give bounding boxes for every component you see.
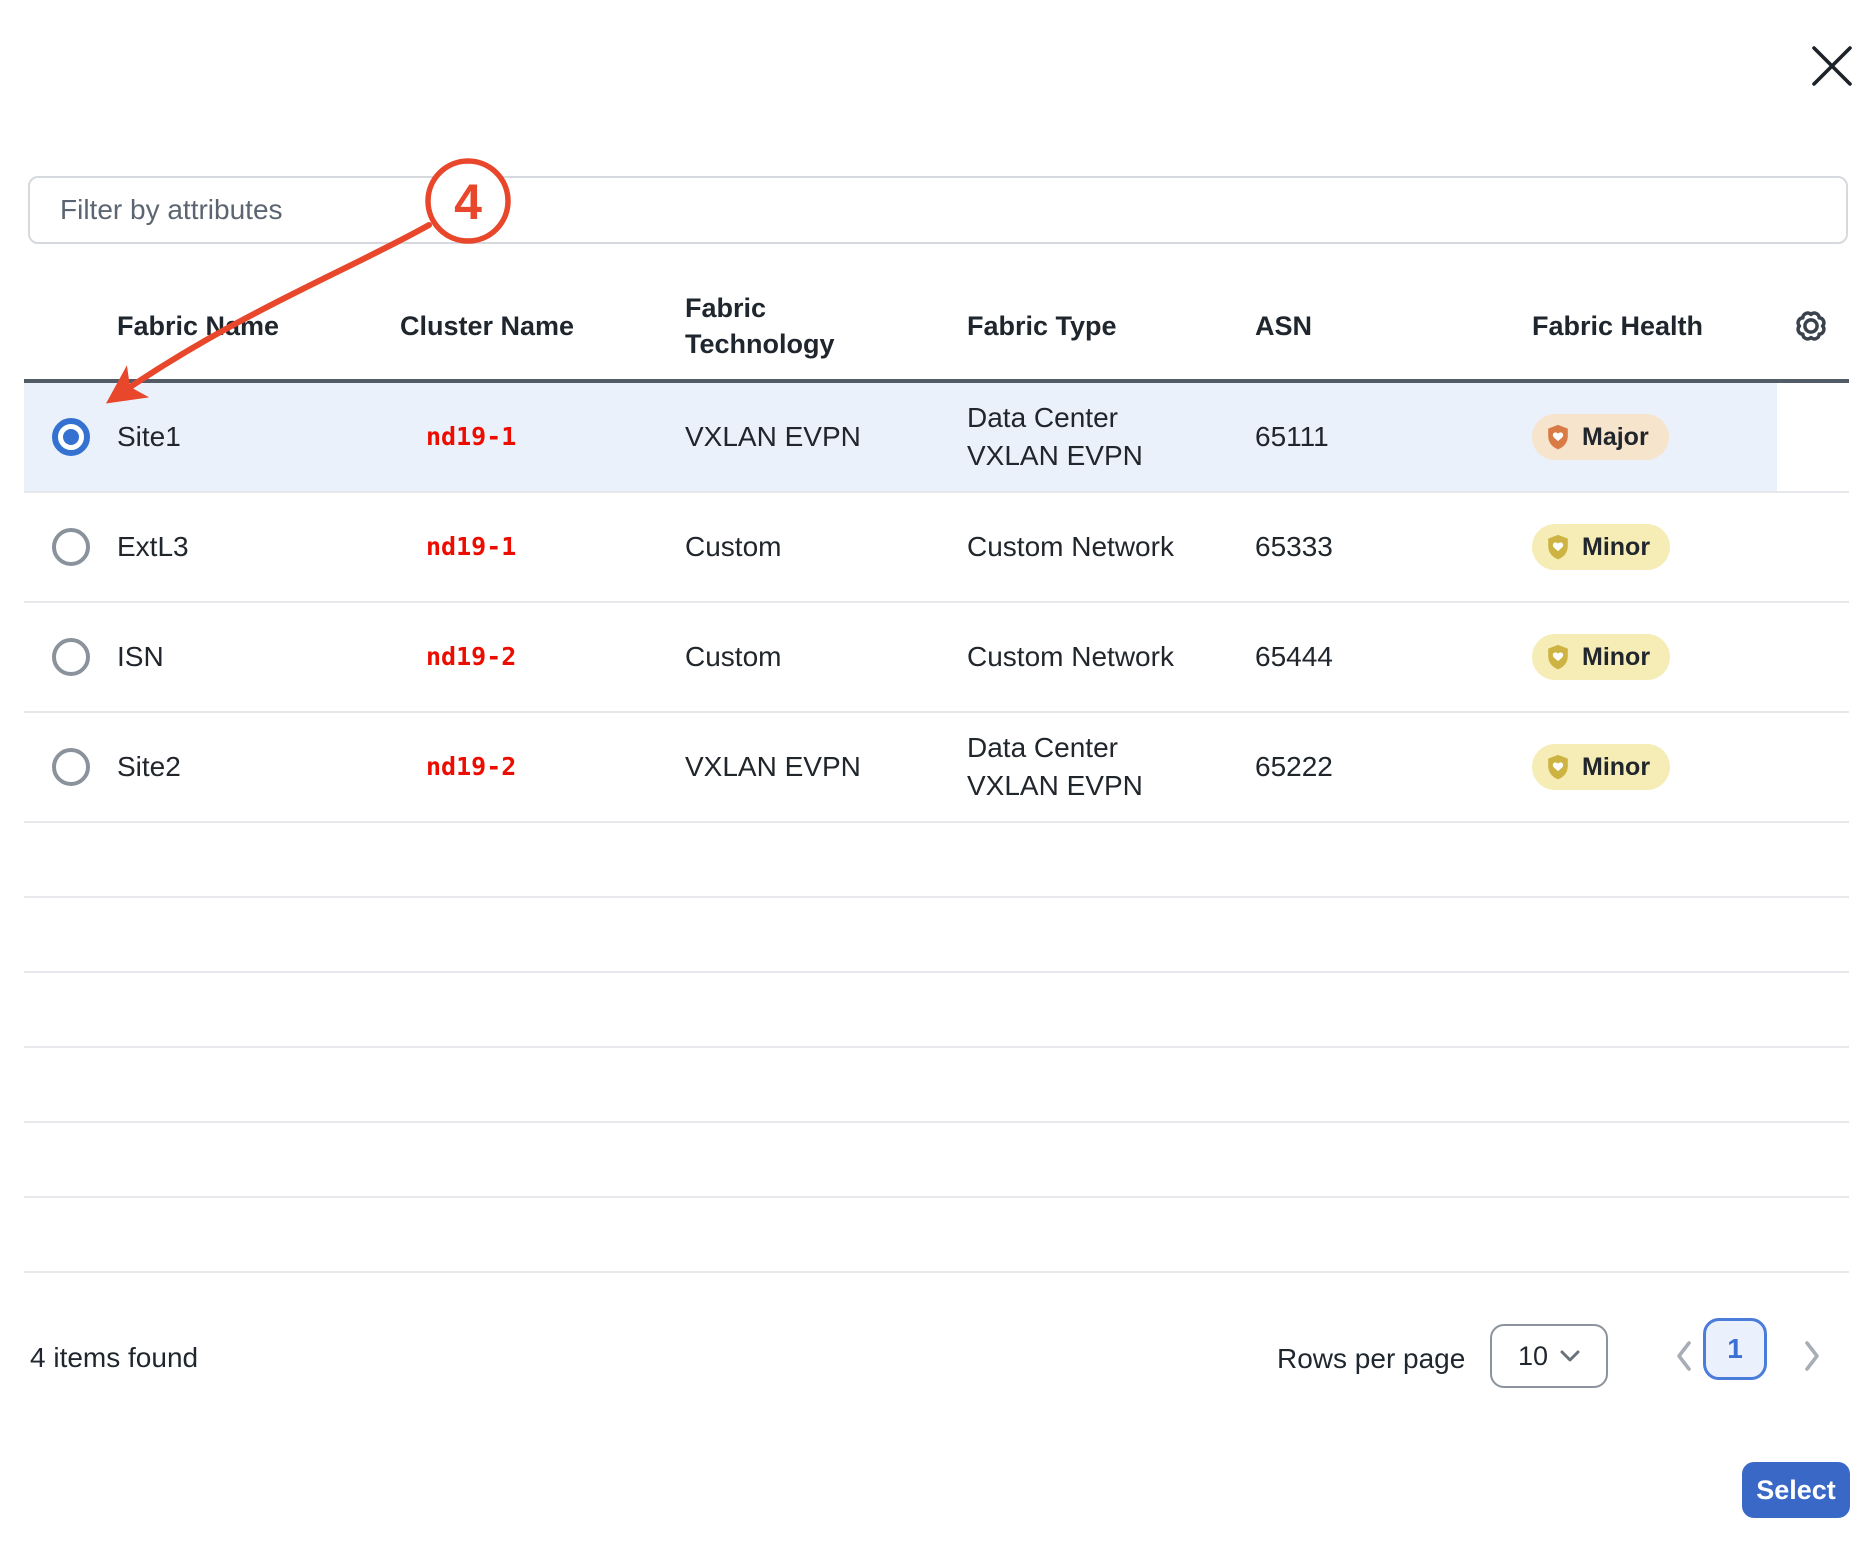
cell-fabric-name: Site2	[117, 751, 181, 782]
close-button[interactable]	[1804, 38, 1860, 94]
empty-rows	[24, 823, 1849, 1273]
empty-table-row	[24, 898, 1849, 973]
header-fabric-health: Fabric Health	[1532, 310, 1704, 341]
cell-fabric-name: ISN	[117, 641, 164, 672]
cell-fabric-type: Data Center VXLAN EVPN	[967, 402, 1143, 471]
cell-fabric-technology: Custom	[685, 531, 782, 562]
row-radio[interactable]	[51, 748, 90, 786]
shield-icon	[1544, 423, 1572, 451]
row-radio[interactable]	[51, 638, 90, 676]
select-button[interactable]: Select	[1742, 1462, 1850, 1518]
header-fabric-name: Fabric Name	[117, 310, 280, 341]
cell-fabric-type: Custom Network	[967, 641, 1174, 672]
cell-cluster-name[interactable]: nd19-2	[400, 638, 615, 676]
rows-per-page-value: 10	[1517, 1340, 1549, 1371]
health-badge-label: Minor	[1582, 642, 1651, 671]
cell-asn: 65111	[1255, 421, 1329, 452]
header-fabric-type: Fabric Type	[967, 310, 1117, 341]
column-settings-button[interactable]	[1790, 305, 1849, 347]
empty-table-row	[24, 1198, 1849, 1273]
cell-fabric-type: Custom Network	[967, 531, 1174, 562]
cell-fabric-name: ExtL3	[117, 531, 189, 562]
gear-icon	[1790, 305, 1832, 347]
cell-asn: 65333	[1255, 531, 1333, 562]
row-radio[interactable]	[51, 528, 90, 566]
chevron-left-icon	[1671, 1338, 1697, 1374]
table-header-row: Fabric Name Cluster Name Fabric Technolo…	[24, 272, 1849, 383]
cell-asn: 65222	[1255, 751, 1333, 782]
rows-per-page-label: Rows per page	[1277, 1343, 1466, 1374]
health-badge-label: Minor	[1582, 532, 1651, 561]
header-asn: ASN	[1255, 310, 1313, 341]
row-radio[interactable]	[51, 418, 90, 456]
table-row[interactable]: ExtL3 nd19-1 Custom Custom Network 65333…	[24, 493, 1849, 603]
current-page-button[interactable]: 1	[1703, 1318, 1767, 1380]
empty-table-row	[24, 823, 1849, 898]
health-badge: Minor	[1532, 523, 1671, 570]
cell-cluster-name[interactable]: nd19-1	[400, 528, 615, 566]
header-cluster-name: Cluster Name	[400, 310, 575, 341]
header-fabric-technology: Fabric Technology	[685, 292, 835, 359]
shield-icon	[1544, 643, 1572, 671]
health-badge: Minor	[1532, 633, 1671, 680]
cell-cluster-name[interactable]: nd19-2	[400, 748, 615, 786]
empty-table-row	[24, 1048, 1849, 1123]
next-page-button[interactable]	[1790, 1334, 1834, 1378]
cell-fabric-technology: VXLAN EVPN	[685, 421, 861, 452]
table-row[interactable]: ISN nd19-2 Custom Custom Network 65444 M…	[24, 603, 1849, 713]
close-icon	[1806, 40, 1858, 92]
cell-fabric-technology: Custom	[685, 641, 782, 672]
chevron-right-icon	[1799, 1338, 1825, 1374]
shield-icon	[1544, 753, 1572, 781]
cell-asn: 65444	[1255, 641, 1333, 672]
health-badge: Major	[1532, 413, 1669, 460]
cell-fabric-type: Data Center VXLAN EVPN	[967, 732, 1143, 801]
cell-fabric-name: Site1	[117, 421, 181, 452]
health-badge-label: Minor	[1582, 752, 1651, 781]
health-badge: Minor	[1532, 743, 1671, 790]
filter-input[interactable]	[28, 176, 1848, 244]
items-found-label: 4 items found	[30, 1342, 199, 1373]
table-row[interactable]: Site2 nd19-2 VXLAN EVPN Data Center VXLA…	[24, 713, 1849, 823]
empty-table-row	[24, 1123, 1849, 1198]
rows-per-page-select[interactable]: 10	[1490, 1324, 1608, 1388]
fabrics-table: Fabric Name Cluster Name Fabric Technolo…	[24, 272, 1849, 1273]
cell-cluster-name[interactable]: nd19-1	[400, 418, 615, 456]
previous-page-button[interactable]	[1662, 1334, 1706, 1378]
shield-icon	[1544, 533, 1572, 561]
chevron-down-icon	[1560, 1350, 1580, 1362]
cell-fabric-technology: VXLAN EVPN	[685, 751, 861, 782]
table-row[interactable]: Site1 nd19-1 VXLAN EVPN Data Center VXLA…	[24, 383, 1849, 493]
fabric-select-modal: Fabric Name Cluster Name Fabric Technolo…	[0, 0, 1876, 1546]
health-badge-label: Major	[1582, 422, 1649, 451]
empty-table-row	[24, 973, 1849, 1048]
